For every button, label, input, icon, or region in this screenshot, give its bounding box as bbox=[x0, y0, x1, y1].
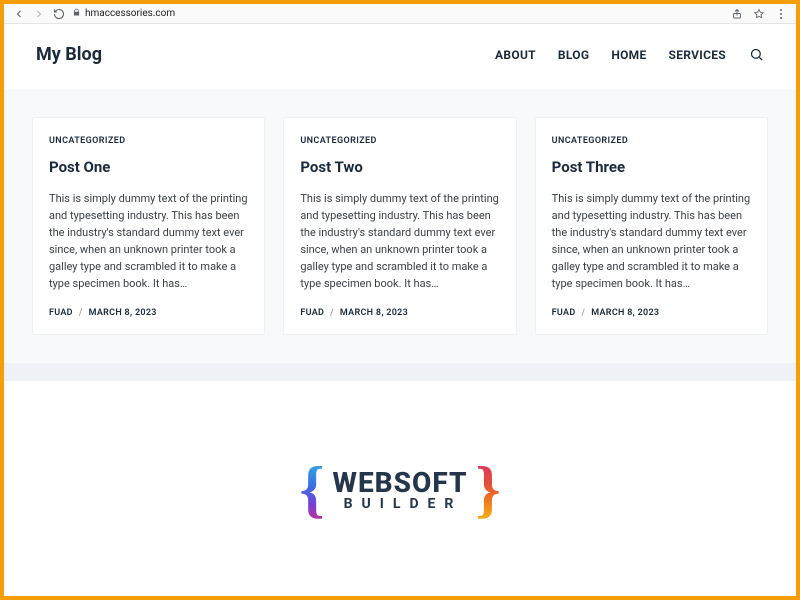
url-host: hmaccessories.com bbox=[85, 8, 175, 19]
logo-line2: BUILDER bbox=[344, 496, 463, 512]
app-frame: hmaccessories.com My Blog ABOUT BLOG HOM… bbox=[0, 0, 800, 600]
websoft-builder-logo: { WEBSOFT BUILDER } bbox=[299, 457, 500, 521]
post-title-link[interactable]: Post Two bbox=[300, 158, 499, 176]
back-icon[interactable] bbox=[12, 7, 26, 21]
post-meta: FUAD / MARCH 8, 2023 bbox=[552, 308, 751, 318]
chrome-right-controls bbox=[730, 7, 788, 21]
posts-section: UNCATEGORIZED Post One This is simply du… bbox=[4, 89, 796, 363]
nav-blog[interactable]: BLOG bbox=[558, 48, 589, 62]
post-category[interactable]: UNCATEGORIZED bbox=[552, 136, 751, 146]
page: My Blog ABOUT BLOG HOME SERVICES UNCATEG… bbox=[4, 24, 796, 596]
post-card: UNCATEGORIZED Post One This is simply du… bbox=[32, 117, 265, 335]
logo-text: WEBSOFT BUILDER bbox=[331, 466, 470, 512]
address-bar[interactable]: hmaccessories.com bbox=[72, 8, 724, 20]
nav-services[interactable]: SERVICES bbox=[669, 48, 726, 62]
post-excerpt: This is simply dummy text of the printin… bbox=[300, 190, 499, 292]
post-title-link[interactable]: Post Three bbox=[552, 158, 751, 176]
post-author[interactable]: FUAD bbox=[49, 308, 73, 318]
footer: { WEBSOFT BUILDER } bbox=[4, 381, 796, 596]
kebab-menu-icon[interactable] bbox=[774, 7, 788, 21]
nav-home[interactable]: HOME bbox=[611, 48, 646, 62]
post-title-link[interactable]: Post One bbox=[49, 158, 248, 176]
bookmark-star-icon[interactable] bbox=[752, 7, 766, 21]
meta-separator: / bbox=[330, 308, 334, 318]
primary-nav: ABOUT BLOG HOME SERVICES bbox=[495, 47, 764, 63]
post-date[interactable]: MARCH 8, 2023 bbox=[591, 308, 659, 318]
post-category[interactable]: UNCATEGORIZED bbox=[49, 136, 248, 146]
divider-band bbox=[4, 363, 796, 381]
brace-left-icon: { bbox=[299, 457, 324, 521]
nav-about[interactable]: ABOUT bbox=[495, 48, 536, 62]
post-date[interactable]: MARCH 8, 2023 bbox=[89, 308, 157, 318]
browser-chrome: hmaccessories.com bbox=[4, 4, 796, 24]
post-author[interactable]: FUAD bbox=[300, 308, 324, 318]
post-excerpt: This is simply dummy text of the printin… bbox=[552, 190, 751, 292]
post-card: UNCATEGORIZED Post Three This is simply … bbox=[535, 117, 768, 335]
share-icon[interactable] bbox=[730, 7, 744, 21]
logo-line1: WEBSOFT bbox=[333, 466, 468, 499]
brace-right-icon: } bbox=[475, 457, 500, 521]
meta-separator: / bbox=[79, 308, 83, 318]
reload-icon[interactable] bbox=[52, 7, 66, 21]
post-date[interactable]: MARCH 8, 2023 bbox=[340, 308, 408, 318]
post-excerpt: This is simply dummy text of the printin… bbox=[49, 190, 248, 292]
forward-icon[interactable] bbox=[32, 7, 46, 21]
post-meta: FUAD / MARCH 8, 2023 bbox=[300, 308, 499, 318]
post-meta: FUAD / MARCH 8, 2023 bbox=[49, 308, 248, 318]
lock-icon bbox=[72, 8, 81, 20]
meta-separator: / bbox=[582, 308, 586, 318]
post-author[interactable]: FUAD bbox=[552, 308, 576, 318]
search-icon[interactable] bbox=[748, 47, 764, 63]
post-category[interactable]: UNCATEGORIZED bbox=[300, 136, 499, 146]
posts-grid: UNCATEGORIZED Post One This is simply du… bbox=[32, 117, 768, 335]
post-card: UNCATEGORIZED Post Two This is simply du… bbox=[283, 117, 516, 335]
site-title[interactable]: My Blog bbox=[36, 44, 102, 65]
site-header: My Blog ABOUT BLOG HOME SERVICES bbox=[4, 24, 796, 89]
